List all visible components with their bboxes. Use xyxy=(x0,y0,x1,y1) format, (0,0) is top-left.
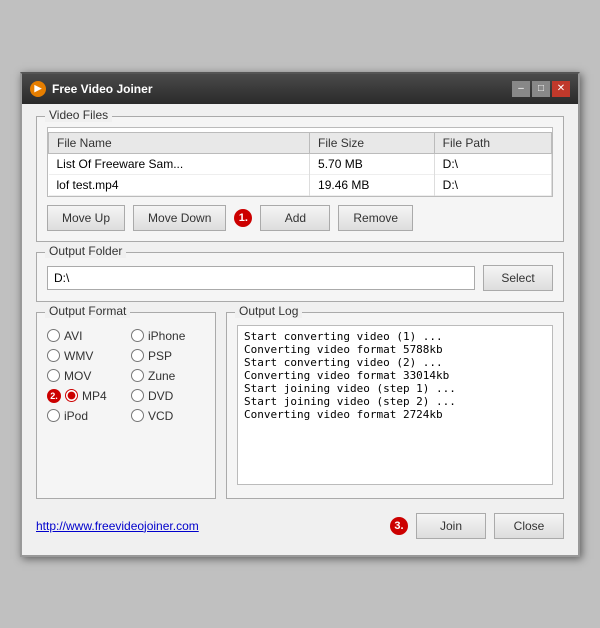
output-folder-label: Output Folder xyxy=(45,244,126,258)
label-zune: Zune xyxy=(148,369,175,383)
folder-path-input[interactable] xyxy=(47,266,475,290)
format-mp4: 2. MP4 xyxy=(47,389,121,403)
lower-section: Output Format AVI iPhone WMV xyxy=(36,312,564,499)
label-wmv: WMV xyxy=(64,349,93,363)
file-name-1: lof test.mp4 xyxy=(49,174,310,195)
website-link[interactable]: http://www.freevideojoiner.com xyxy=(36,519,199,533)
label-mp4: MP4 xyxy=(82,389,107,403)
label-psp: PSP xyxy=(148,349,172,363)
bottom-row: http://www.freevideojoiner.com 3. Join C… xyxy=(36,509,564,543)
radio-iphone[interactable] xyxy=(131,329,144,342)
format-options: AVI iPhone WMV PSP xyxy=(47,329,205,423)
file-path-1: D:\ xyxy=(434,174,551,195)
radio-mov[interactable] xyxy=(47,369,60,382)
title-bar-left: ▶ Free Video Joiner xyxy=(30,81,152,97)
window-content: Video Files File Name File Size File Pat… xyxy=(22,104,578,555)
format-avi: AVI xyxy=(47,329,121,343)
title-bar: ▶ Free Video Joiner – □ ✕ xyxy=(22,74,578,104)
file-buttons-row: Move Up Move Down 1. Add Remove xyxy=(47,205,553,231)
radio-mp4[interactable] xyxy=(65,389,78,402)
video-files-group: Video Files File Name File Size File Pat… xyxy=(36,116,564,242)
format-zune: Zune xyxy=(131,369,205,383)
label-dvd: DVD xyxy=(148,389,173,403)
file-name-0: List Of Freeware Sam... xyxy=(49,153,310,174)
file-path-0: D:\ xyxy=(434,153,551,174)
window-title: Free Video Joiner xyxy=(52,82,152,96)
file-size-0: 5.70 MB xyxy=(310,153,435,174)
format-vcd: VCD xyxy=(131,409,205,423)
radio-zune[interactable] xyxy=(131,369,144,382)
move-up-button[interactable]: Move Up xyxy=(47,205,125,231)
minimize-button[interactable]: – xyxy=(512,81,530,97)
file-table-container: File Name File Size File Path List Of Fr… xyxy=(47,127,553,197)
title-bar-buttons: – □ ✕ xyxy=(512,81,570,97)
table-row[interactable]: List Of Freeware Sam... 5.70 MB D:\ xyxy=(49,153,552,174)
file-table: File Name File Size File Path List Of Fr… xyxy=(48,132,552,196)
radio-wmv[interactable] xyxy=(47,349,60,362)
close-window-button[interactable]: ✕ xyxy=(552,81,570,97)
close-button[interactable]: Close xyxy=(494,513,564,539)
label-iphone: iPhone xyxy=(148,329,185,343)
format-dvd: DVD xyxy=(131,389,205,403)
remove-button[interactable]: Remove xyxy=(338,205,413,231)
output-format-label: Output Format xyxy=(45,304,130,318)
radio-dvd[interactable] xyxy=(131,389,144,402)
radio-psp[interactable] xyxy=(131,349,144,362)
label-vcd: VCD xyxy=(148,409,173,423)
step3-badge: 3. xyxy=(390,517,408,535)
main-window: ▶ Free Video Joiner – □ ✕ Video Files Fi… xyxy=(20,72,580,557)
add-button[interactable]: Add xyxy=(260,205,330,231)
label-ipod: iPod xyxy=(64,409,88,423)
select-button[interactable]: Select xyxy=(483,265,553,291)
table-row[interactable]: lof test.mp4 19.46 MB D:\ xyxy=(49,174,552,195)
output-log-textarea[interactable]: Start converting video (1) ... Convertin… xyxy=(237,325,553,485)
label-avi: AVI xyxy=(64,329,82,343)
app-icon: ▶ xyxy=(30,81,46,97)
step2-badge: 2. xyxy=(47,389,61,403)
join-button[interactable]: Join xyxy=(416,513,486,539)
output-log-label: Output Log xyxy=(235,304,302,318)
format-wmv: WMV xyxy=(47,349,121,363)
radio-avi[interactable] xyxy=(47,329,60,342)
col-filesize: File Size xyxy=(310,132,435,153)
label-mov: MOV xyxy=(64,369,91,383)
format-iphone: iPhone xyxy=(131,329,205,343)
col-filename: File Name xyxy=(49,132,310,153)
file-size-1: 19.46 MB xyxy=(310,174,435,195)
video-files-label: Video Files xyxy=(45,108,112,122)
output-folder-group: Output Folder Select xyxy=(36,252,564,302)
radio-vcd[interactable] xyxy=(131,409,144,422)
output-log-group: Output Log Start converting video (1) ..… xyxy=(226,312,564,499)
move-down-button[interactable]: Move Down xyxy=(133,205,226,231)
step1-badge: 1. xyxy=(234,209,252,227)
bottom-buttons: 3. Join Close xyxy=(390,513,564,539)
format-psp: PSP xyxy=(131,349,205,363)
maximize-button[interactable]: □ xyxy=(532,81,550,97)
col-filepath: File Path xyxy=(434,132,551,153)
output-format-group: Output Format AVI iPhone WMV xyxy=(36,312,216,499)
output-folder-row: Select xyxy=(47,265,553,291)
format-ipod: iPod xyxy=(47,409,121,423)
format-mov: MOV xyxy=(47,369,121,383)
radio-ipod[interactable] xyxy=(47,409,60,422)
